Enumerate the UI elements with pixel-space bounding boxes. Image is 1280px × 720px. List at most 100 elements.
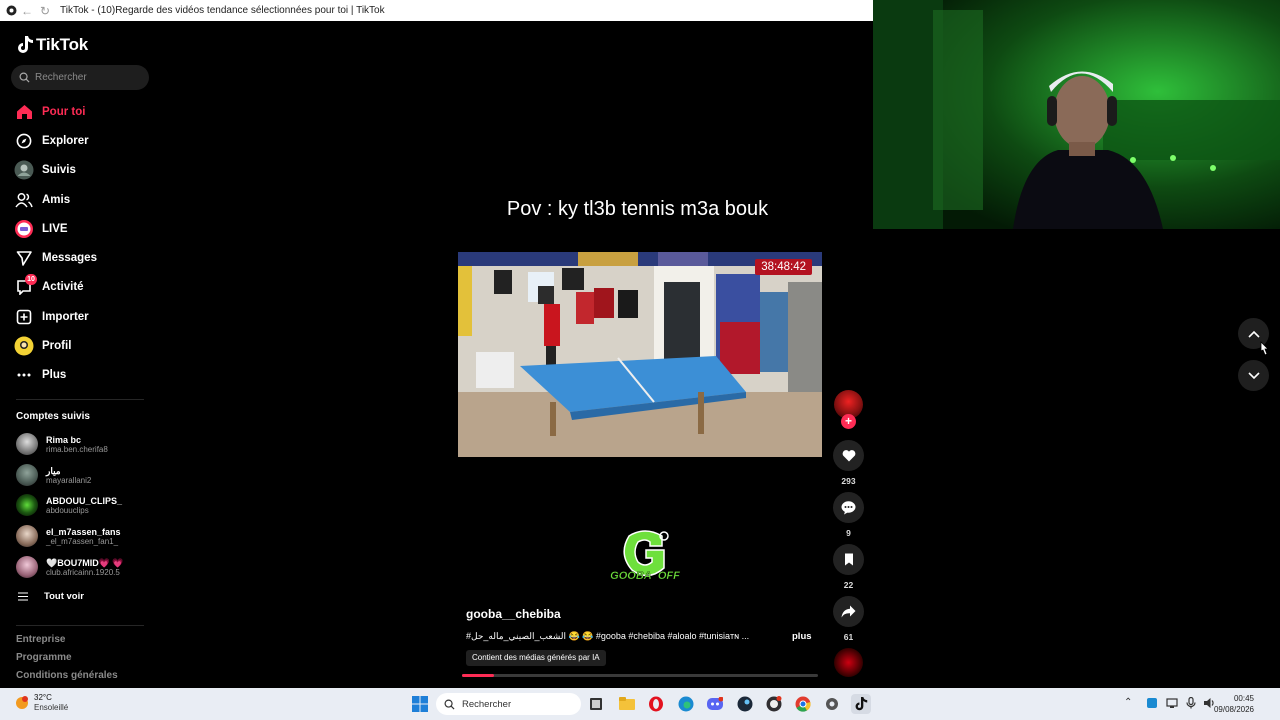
file-explorer-icon[interactable]: [617, 694, 637, 714]
nav-label: Pour toi: [42, 106, 86, 118]
clock-date: 09/08/2026: [1213, 705, 1254, 714]
account-handle: mayarallani2: [46, 475, 92, 485]
live-icon: [14, 219, 34, 239]
see-all-button[interactable]: Tout voir: [18, 591, 84, 602]
system-clock[interactable]: 00:45 09/08/2026: [1214, 693, 1254, 715]
nav-activite[interactable]: 10 Activité: [14, 274, 84, 298]
divider: [16, 399, 144, 400]
footer-link-entreprise[interactable]: Entreprise: [16, 634, 65, 645]
network-icon[interactable]: [1166, 697, 1178, 712]
tray-expand-icon[interactable]: ⌃: [1124, 697, 1132, 708]
nav-suivis[interactable]: Suivis: [14, 159, 76, 181]
temperature: 32°C: [34, 693, 52, 702]
nav-pour-toi[interactable]: Pour toi: [14, 101, 85, 123]
avatar: [16, 494, 38, 516]
account-name: 🤍BOU7MID💗 💗: [46, 557, 124, 568]
nav-label: Suivis: [42, 164, 76, 176]
windows-start-icon[interactable]: [410, 694, 430, 714]
see-all-label: Tout voir: [44, 591, 84, 602]
followed-account[interactable]: 🤍BOU7MID💗 💗 club.africainn.1920.5: [16, 554, 124, 580]
search-input[interactable]: [35, 72, 145, 83]
like-button[interactable]: [833, 440, 864, 471]
footer-link-conditions[interactable]: Conditions générales: [16, 670, 118, 681]
microphone-icon[interactable]: [1186, 696, 1196, 712]
opera-icon[interactable]: [646, 694, 666, 714]
next-video-button[interactable]: [1238, 360, 1269, 391]
nav-importer[interactable]: Importer: [14, 306, 89, 328]
video-description: #الشعب_الصيني_ماله_حل 😂 😂 #gooba #chebib…: [466, 631, 750, 641]
follow-plus-icon[interactable]: +: [841, 414, 856, 429]
ai-content-label: Contient des médias générés par IA: [466, 650, 606, 666]
list-icon: [18, 592, 28, 601]
comment-button[interactable]: [833, 492, 864, 523]
video-player[interactable]: 38:48:42: [458, 252, 822, 457]
chrome-icon[interactable]: [793, 694, 813, 714]
divider: [16, 625, 144, 626]
avatar: [16, 525, 38, 547]
heart-icon: [842, 450, 855, 462]
search-box[interactable]: [11, 65, 149, 90]
back-arrow-icon[interactable]: ←: [18, 4, 36, 18]
settings-gear-icon[interactable]: [822, 694, 842, 714]
notification-badge: 10: [25, 274, 37, 285]
reload-icon[interactable]: ↻: [36, 4, 54, 18]
nav-messages[interactable]: Messages: [14, 247, 97, 269]
followed-account[interactable]: Rima bc rima.ben.cherifa8: [16, 431, 108, 457]
taskbar-search[interactable]: Rechercher: [436, 693, 581, 715]
compass-icon: [14, 131, 34, 151]
obs-icon[interactable]: [764, 694, 784, 714]
nav-amis[interactable]: Amis: [14, 189, 70, 211]
task-view-icon[interactable]: [586, 694, 606, 714]
video-caption-title: Pov : ky tl3b tennis m3a bouk: [506, 198, 769, 220]
sidebar: TikTok Pour toi Explorer Suivis Amis LIV…: [0, 21, 160, 688]
gooba-logo-text: GOOBA_OFF: [610, 570, 680, 582]
music-disc-icon[interactable]: [834, 648, 863, 677]
live-timer: 38:48:42: [755, 259, 812, 275]
share-icon: [841, 605, 856, 618]
steam-icon[interactable]: [735, 694, 755, 714]
tiktok-taskbar-icon[interactable]: [851, 694, 871, 714]
tiktok-logo[interactable]: TikTok: [16, 35, 88, 55]
tiktok-note-icon: [18, 36, 33, 53]
nav-plus[interactable]: Plus: [14, 364, 66, 386]
video-author[interactable]: gooba__chebiba: [466, 607, 561, 621]
nav-label: LIVE: [42, 223, 68, 235]
nav-label: Importer: [42, 311, 89, 323]
edge-icon[interactable]: [676, 694, 696, 714]
nav-label: Profil: [42, 340, 72, 352]
avatar: [16, 464, 38, 486]
more-button[interactable]: plus: [792, 631, 812, 642]
followed-accounts-title: Comptes suivis: [16, 411, 90, 422]
share-button[interactable]: [833, 596, 864, 627]
comment-count: 9: [846, 528, 851, 538]
webcam-image: [873, 0, 1280, 229]
discord-icon[interactable]: [705, 694, 725, 714]
followed-account[interactable]: ميار mayarallani2: [16, 462, 91, 488]
save-button[interactable]: [833, 544, 864, 575]
logo-text: TikTok: [36, 35, 89, 54]
weather-status: Ensoleillé: [34, 703, 69, 712]
chevron-down-icon: [1247, 371, 1260, 379]
avatar: [16, 433, 38, 455]
nav-live[interactable]: LIVE: [14, 218, 68, 240]
footer-link-programme[interactable]: Programme: [16, 652, 72, 663]
save-count: 22: [843, 580, 854, 590]
page-title: TikTok - (10)Regarde des vidéos tendance…: [60, 5, 385, 16]
profile-avatar-icon: [14, 336, 34, 356]
chevron-up-icon: [1247, 330, 1260, 338]
followed-account[interactable]: ABDOUU_CLIPS_ abdouuclips: [16, 492, 122, 518]
webcam-overlay: [873, 0, 1280, 229]
browser-app-icon: [4, 4, 18, 18]
search-icon: [19, 72, 30, 83]
nav-label: Explorer: [42, 135, 89, 147]
account-name: ABDOUU_CLIPS_: [46, 495, 123, 506]
more-icon: [14, 365, 34, 385]
nav-profil[interactable]: Profil: [14, 335, 71, 357]
video-progress-bar[interactable]: [462, 674, 818, 677]
nav-explorer[interactable]: Explorer: [14, 130, 89, 152]
followed-account[interactable]: el_m7assen_fans _el_m7assen_fan1_: [16, 523, 121, 549]
tray-app-icon[interactable]: [1146, 697, 1158, 712]
account-handle: rima.ben.cherifa8: [46, 444, 108, 454]
weather-widget[interactable]: 32°C Ensoleillé: [14, 693, 68, 713]
account-name: el_m7assen_fans: [46, 526, 121, 537]
